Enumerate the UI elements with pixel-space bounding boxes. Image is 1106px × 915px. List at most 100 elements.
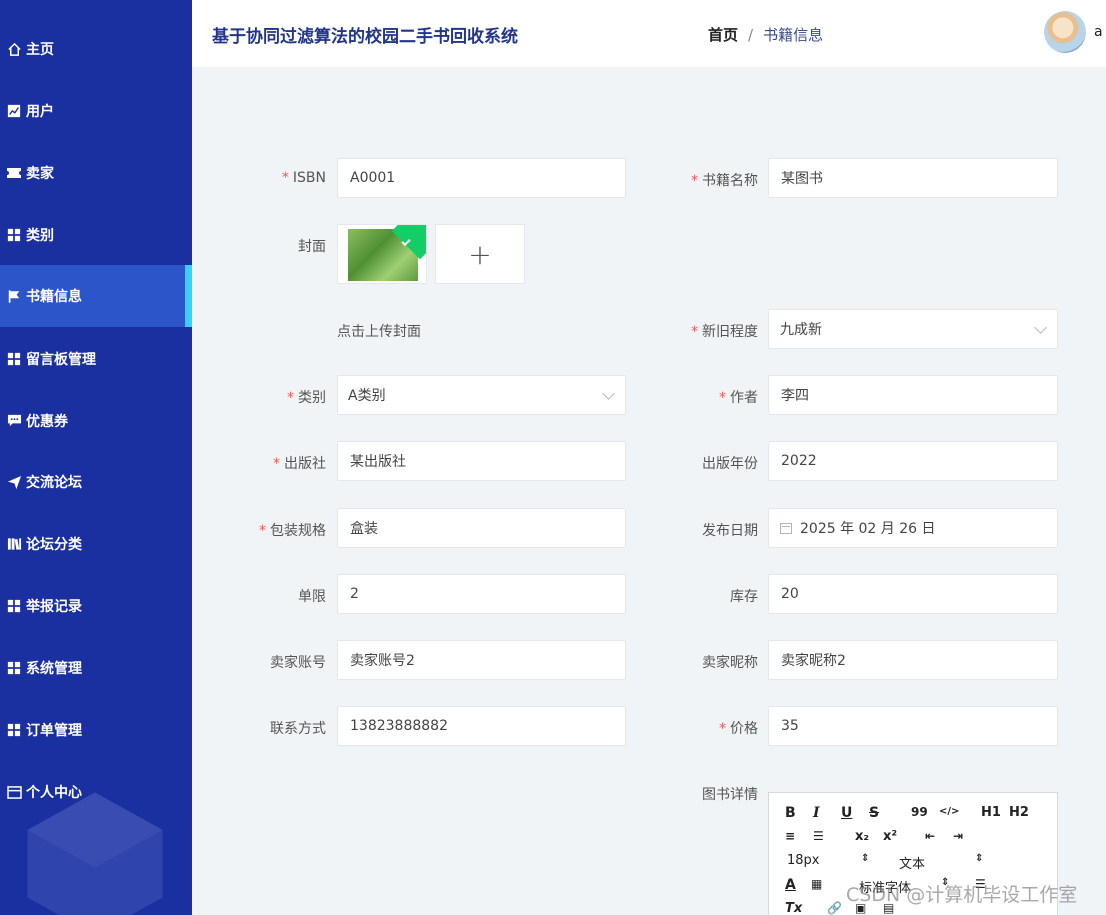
calendar-icon xyxy=(780,522,792,534)
publisher-label: * 出版社 xyxy=(273,456,326,472)
seller-nick-input[interactable]: 卖家昵称2 xyxy=(768,640,1058,680)
username[interactable]: a xyxy=(1094,24,1103,40)
seller-account-input[interactable]: 卖家账号2 xyxy=(337,640,626,680)
chevron-down-icon xyxy=(1034,321,1047,334)
message-icon xyxy=(6,413,22,429)
sidebar-item-label: 系统管理 xyxy=(26,661,82,677)
chart-icon xyxy=(6,103,22,119)
grid-icon xyxy=(6,660,22,676)
grid-icon xyxy=(6,722,22,738)
limit-label: 单限 xyxy=(298,589,326,605)
sidebar-item-label: 交流论坛 xyxy=(26,475,82,491)
sidebar-item-label: 举报记录 xyxy=(26,599,82,615)
code-block-button[interactable]: </> xyxy=(939,806,959,817)
underline-button[interactable]: U xyxy=(841,805,852,821)
sidebar-item-11[interactable]: 系统管理 xyxy=(0,637,192,699)
stock-input[interactable]: 20 xyxy=(768,574,1058,614)
link-icon[interactable]: 🔗 xyxy=(827,901,842,915)
isbn-input[interactable]: A0001 xyxy=(337,158,626,198)
outdent-icon[interactable]: ⇤ xyxy=(925,829,935,843)
background-color-icon[interactable]: ▦ xyxy=(811,877,822,891)
sidebar-item-label: 卖家 xyxy=(26,166,54,182)
cover-label: 封面 xyxy=(298,239,326,255)
limit-input[interactable]: 2 xyxy=(337,574,626,614)
blockquote-button[interactable]: 99 xyxy=(911,805,928,819)
breadcrumb: 首页 / 书籍信息 xyxy=(708,24,823,45)
packaging-input[interactable]: 盒装 xyxy=(337,508,626,548)
bullet-list-icon[interactable]: ☰ xyxy=(813,829,824,843)
sidebar: 主页用户卖家类别书籍信息留言板管理 优惠券交流论坛论坛分类举报记录系统管理订单管理… xyxy=(0,0,192,915)
strike-button[interactable]: S xyxy=(869,805,879,821)
sidebar-item-13[interactable]: 个人中心 xyxy=(0,761,192,823)
home-icon xyxy=(6,41,22,57)
sidebar-item-label: 书籍信息 xyxy=(26,289,82,305)
book-icon xyxy=(6,536,22,552)
breadcrumb-current: 书籍信息 xyxy=(763,26,824,44)
h1-button[interactable]: H1 xyxy=(981,805,1001,820)
sidebar-item-12[interactable]: 订单管理 xyxy=(0,699,192,761)
send-icon xyxy=(6,474,22,490)
detail-label: 图书详情 xyxy=(702,787,758,803)
header-select[interactable]: 文本 xyxy=(899,853,925,872)
upload-hint: 点击上传封面 xyxy=(337,324,421,340)
book-name-input[interactable]: 某图书 xyxy=(768,158,1058,198)
sidebar-item-5[interactable]: 书籍信息 xyxy=(0,265,192,327)
avatar[interactable] xyxy=(1044,11,1086,53)
upload-button[interactable]: + xyxy=(435,224,525,284)
sidebar-item-4[interactable]: 类别 xyxy=(0,204,192,266)
h2-button[interactable]: H2 xyxy=(1009,805,1029,820)
sidebar-item-8[interactable]: 交流论坛 xyxy=(0,451,192,513)
isbn-label: * ISBN xyxy=(281,170,326,186)
clear-format-button[interactable]: Tx xyxy=(785,901,802,915)
sidebar-item-3[interactable]: 卖家 xyxy=(0,142,192,204)
italic-button[interactable]: I xyxy=(813,805,820,821)
sidebar-item-label: 论坛分类 xyxy=(26,537,82,553)
breadcrumb-home[interactable]: 首页 xyxy=(708,24,738,45)
category-label: * 类别 xyxy=(287,390,326,406)
sidebar-item-label: 主页 xyxy=(26,42,54,58)
contact-input[interactable]: 13823888882 xyxy=(337,706,626,746)
category-select[interactable]: A类别 xyxy=(337,375,626,415)
pub-year-input[interactable]: 2022 xyxy=(768,441,1058,481)
pub-year-label: 出版年份 xyxy=(702,456,758,472)
sidebar-item-1[interactable]: 主页 xyxy=(0,18,192,80)
stock-label: 库存 xyxy=(730,589,758,605)
watermark: CSDN @计算机毕设工作室 xyxy=(846,884,1078,906)
sidebar-item-7[interactable]: 优惠券 xyxy=(0,390,192,452)
header-chevron-icon: ⇕ xyxy=(975,853,984,864)
release-date-picker[interactable]: 2025 年 02 月 26 日 xyxy=(768,508,1058,548)
ordered-list-icon[interactable]: ≡ xyxy=(785,829,795,843)
release-date-label: 发布日期 xyxy=(702,523,758,539)
font-size-select[interactable]: 18px xyxy=(787,853,820,868)
sidebar-item-label: 订单管理 xyxy=(26,723,82,739)
sidebar-item-10[interactable]: 举报记录 xyxy=(0,575,192,637)
font-size-chevron-icon: ⇕ xyxy=(861,853,870,864)
ticket-icon xyxy=(6,165,22,181)
bold-button[interactable]: B xyxy=(785,805,796,821)
flag-icon xyxy=(6,288,22,304)
price-label: * 价格 xyxy=(719,721,758,737)
author-input[interactable]: 李四 xyxy=(768,375,1058,415)
condition-select[interactable]: 九成新 xyxy=(768,309,1058,349)
sidebar-item-6[interactable]: 留言板管理 xyxy=(0,328,192,390)
top-header: 基于协同过滤算法的校园二手书回收系统 首页 / 书籍信息 a xyxy=(192,0,1106,67)
plus-icon: + xyxy=(468,237,492,271)
sidebar-item-label: 个人中心 xyxy=(26,785,82,801)
grid-icon xyxy=(6,227,22,243)
chevron-down-icon xyxy=(602,387,615,400)
author-label: * 作者 xyxy=(719,390,758,406)
book-name-label: * 书籍名称 xyxy=(691,173,758,189)
superscript-button[interactable]: x² xyxy=(883,829,897,844)
seller-nick-label: 卖家昵称 xyxy=(702,655,758,671)
indent-icon[interactable]: ⇥ xyxy=(953,829,963,843)
grid-icon xyxy=(6,351,22,367)
publisher-input[interactable]: 某出版社 xyxy=(337,441,626,481)
price-input[interactable]: 35 xyxy=(768,706,1058,746)
subscript-button[interactable]: x₂ xyxy=(855,829,869,844)
cover-thumbnail[interactable] xyxy=(337,224,427,284)
text-color-button[interactable]: A xyxy=(785,877,796,893)
sidebar-item-2[interactable]: 用户 xyxy=(0,80,192,142)
condition-label: * 新旧程度 xyxy=(691,324,758,340)
sidebar-item-9[interactable]: 论坛分类 xyxy=(0,513,192,575)
card-icon xyxy=(6,784,22,800)
